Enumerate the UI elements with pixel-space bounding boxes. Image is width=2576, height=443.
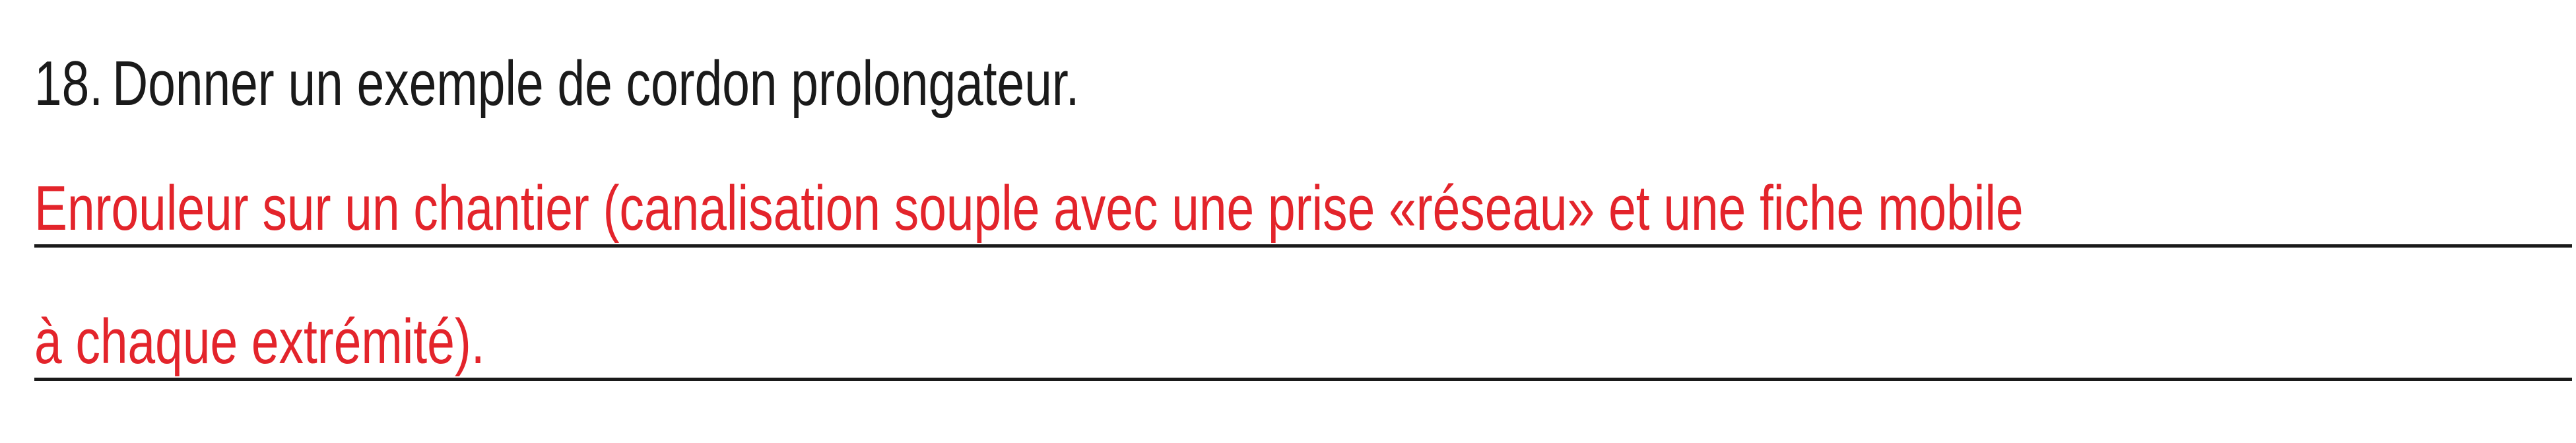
answer-line-2: à chaque extrémité). [34, 298, 2572, 381]
question-number: 18. [34, 48, 104, 119]
question: 18. Donner un exemple de cordon prolonga… [34, 36, 1079, 116]
question-text: Donner un exemple de cordon prolongateur… [112, 48, 1080, 119]
answer-line-1: Enrouleur sur un chantier (canalisation … [34, 165, 2572, 248]
answer-text-line-1: Enrouleur sur un chantier (canalisation … [34, 173, 2024, 244]
answer-text-line-2: à chaque extrémité). [34, 306, 485, 377]
